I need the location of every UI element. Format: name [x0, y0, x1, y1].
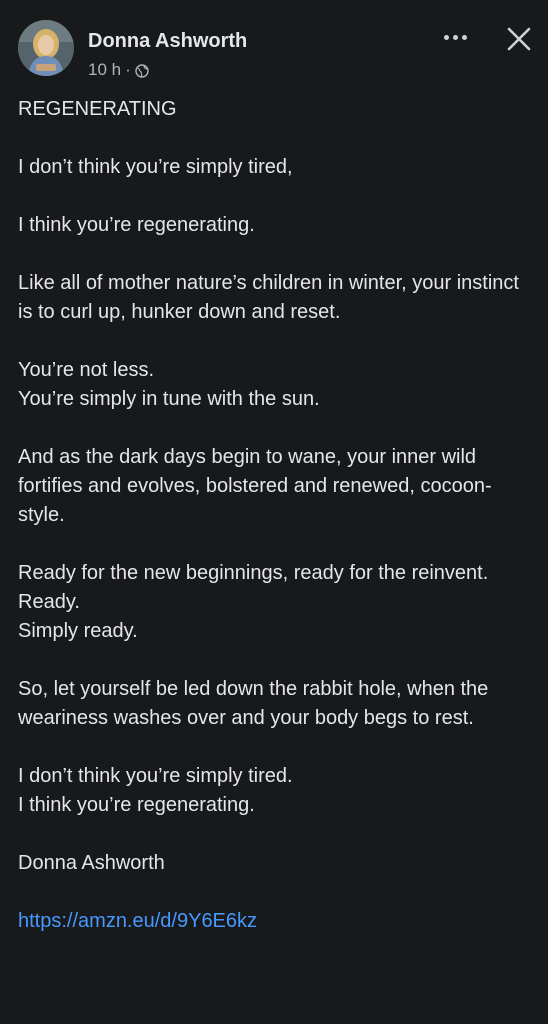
avatar[interactable] [18, 20, 74, 76]
post-line: Simply ready. [18, 620, 138, 642]
post-paragraph: Like all of mother nature’s children in … [18, 272, 519, 323]
close-icon [507, 27, 531, 51]
post-paragraph: You’re not less. You’re simply in tune w… [18, 356, 530, 414]
dot-icon [452, 34, 458, 40]
post-line: You’re simply in tune with the sun. [18, 388, 320, 410]
dot-icon [443, 34, 449, 40]
post-header: Donna Ashworth 10 h · [0, 0, 548, 92]
post-body: REGENERATING I don’t think you’re simply… [0, 95, 548, 936]
more-options-button[interactable] [438, 22, 472, 52]
post-meta: 10 h · [88, 60, 149, 80]
post-line: Ready. [18, 591, 80, 613]
close-button[interactable] [504, 24, 534, 54]
post-paragraph: I don’t think you’re simply tired. I thi… [18, 762, 530, 820]
post-line: I don’t think you’re simply tired. [18, 765, 293, 787]
post-line: You’re not less. [18, 359, 155, 381]
post-link-paragraph: https://amzn.eu/d/9Y6E6kz [18, 907, 530, 936]
post-paragraph: I don’t think you’re simply tired, [18, 156, 293, 178]
post-paragraph: And as the dark days begin to wane, your… [18, 446, 492, 526]
avatar-image [18, 20, 74, 76]
post-line: I think you’re regenerating. [18, 794, 255, 816]
post-paragraph: I think you’re regenerating. [18, 214, 255, 236]
globe-icon [135, 63, 149, 78]
dot-icon [461, 34, 467, 40]
post-line: Ready for the new beginnings, ready for … [18, 562, 489, 584]
post-time[interactable]: 10 h [88, 60, 121, 80]
post-paragraph: So, let yourself be led down the rabbit … [18, 678, 489, 729]
amazon-link[interactable]: https://amzn.eu/d/9Y6E6kz [18, 910, 257, 932]
meta-separator: · [125, 60, 131, 79]
post-signature: Donna Ashworth [18, 852, 165, 874]
author-name[interactable]: Donna Ashworth [88, 30, 247, 53]
post-paragraph: Ready for the new beginnings, ready for … [18, 559, 530, 646]
post-title: REGENERATING [18, 98, 177, 120]
